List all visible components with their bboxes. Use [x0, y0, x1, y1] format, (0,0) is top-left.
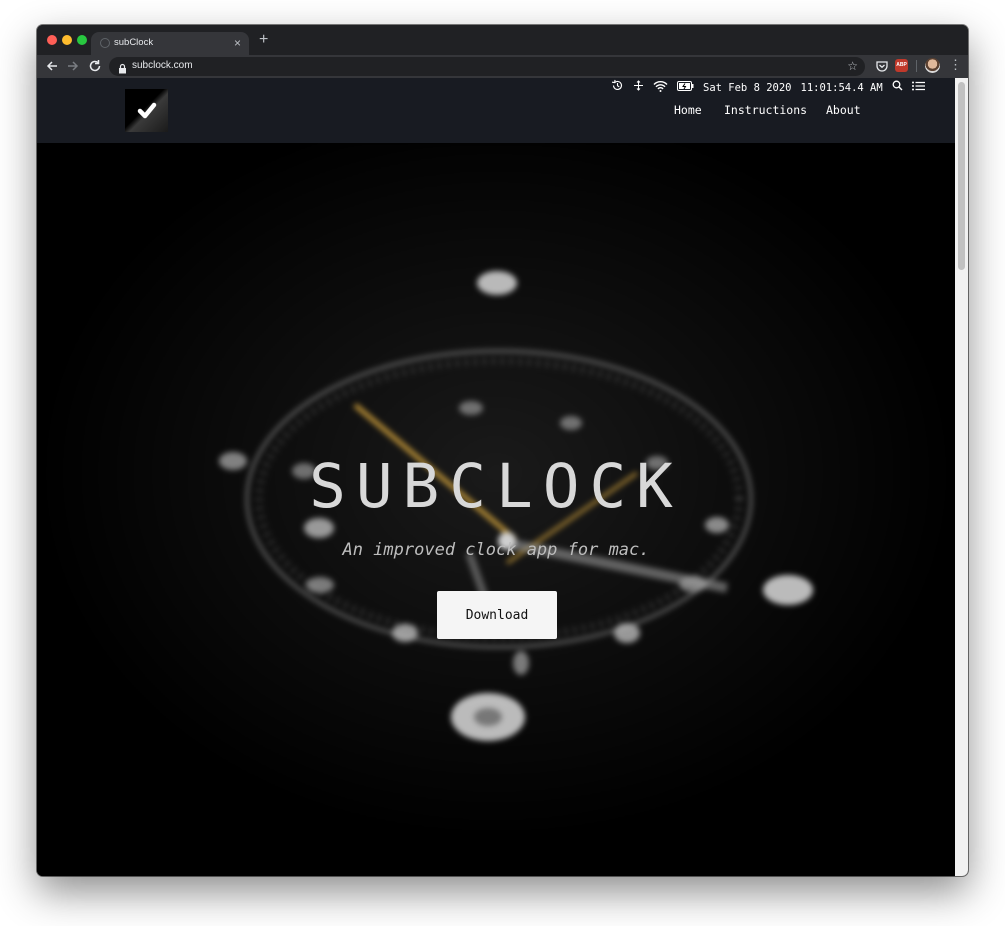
lock-icon: [118, 61, 127, 79]
spotlight-search-icon[interactable]: [892, 80, 903, 96]
hero-section: SUBCLOCK An improved clock app for mac. …: [37, 143, 955, 876]
subclock-logo[interactable]: [125, 89, 168, 132]
nav-home[interactable]: Home: [674, 103, 702, 117]
minimize-window-button[interactable]: [62, 35, 72, 45]
menubar-date[interactable]: Sat Feb 8 2020: [703, 82, 792, 94]
zoom-window-button[interactable]: [77, 35, 87, 45]
new-tab-button[interactable]: +: [259, 32, 268, 48]
back-arrow-icon[interactable]: [44, 58, 60, 74]
toolbar-divider: [916, 60, 917, 72]
reload-icon[interactable]: [87, 58, 103, 74]
browser-toolbar: subclock.com ☆ ABP ⋮: [37, 55, 968, 78]
browser-window: subClock × + subclock.com ☆ ABP ⋮ Sat Fe…: [37, 25, 968, 876]
page-scrollbar-thumb[interactable]: [958, 82, 965, 270]
download-button[interactable]: Download: [437, 591, 557, 639]
menubar-time[interactable]: 11:01:54.4 AM: [801, 82, 883, 94]
move-arrows-icon[interactable]: [633, 80, 644, 96]
site-header: Sat Feb 8 2020 11:01:54.4 AM Home Instru…: [37, 78, 955, 143]
tab-close-icon[interactable]: ×: [234, 35, 241, 51]
close-window-button[interactable]: [47, 35, 57, 45]
hero-subtitle: An improved clock app for mac.: [342, 540, 650, 560]
notification-center-icon[interactable]: [911, 80, 925, 96]
loading-favicon-icon: [100, 38, 110, 48]
tab-subclock[interactable]: subClock ×: [91, 32, 249, 55]
time-machine-icon[interactable]: [611, 79, 624, 97]
url-text: subclock.com: [132, 60, 193, 71]
bookmark-star-icon[interactable]: ☆: [847, 58, 858, 74]
web-page: Sat Feb 8 2020 11:01:54.4 AM Home Instru…: [37, 78, 955, 876]
tab-title: subClock: [114, 37, 154, 48]
tab-strip: subClock × +: [37, 25, 968, 55]
wifi-icon[interactable]: [653, 80, 668, 97]
macos-menubar-overlay: Sat Feb 8 2020 11:01:54.4 AM: [611, 79, 925, 97]
profile-avatar[interactable]: [925, 58, 940, 73]
pocket-extension-icon[interactable]: [875, 59, 889, 78]
battery-charging-icon[interactable]: [677, 80, 694, 96]
browser-menu-icon[interactable]: ⋮: [949, 57, 962, 73]
address-bar[interactable]: subclock.com ☆: [109, 57, 865, 76]
forward-arrow-icon[interactable]: [65, 58, 81, 74]
adblock-plus-icon[interactable]: ABP: [895, 59, 908, 72]
nav-instructions[interactable]: Instructions: [724, 103, 807, 117]
nav-about[interactable]: About: [826, 103, 861, 117]
hero-title: SUBCLOCK: [309, 451, 683, 522]
